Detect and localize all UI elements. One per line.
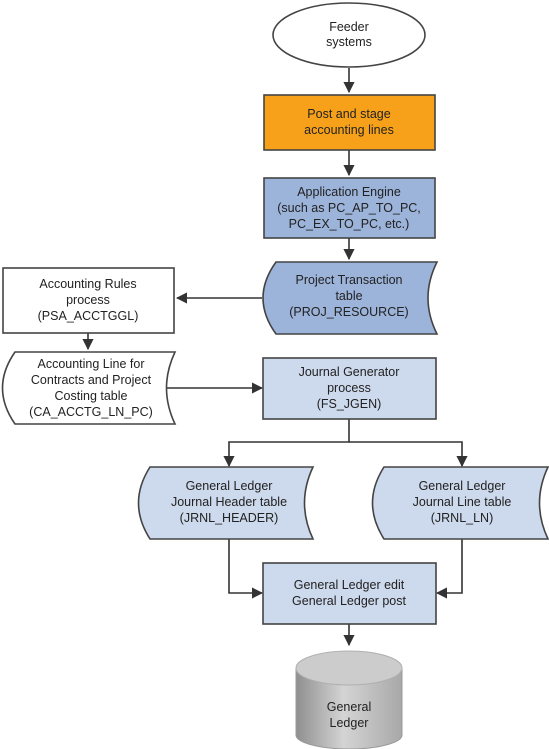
node-gl-edit-post[interactable]: General Ledger edit General Ledger post <box>262 562 437 625</box>
node-feeder-systems[interactable]: Feeder systems <box>272 2 426 68</box>
node-label: General Ledger Journal Header table (JRNL_… <box>171 479 287 525</box>
edge-jrnl-ln-to-gl-edit <box>435 538 463 599</box>
node-post-and-stage[interactable]: Post and stage accounting lines <box>263 94 436 151</box>
node-accounting-rules-process[interactable]: Accounting Rules process (PSA_ACCTGGL) <box>2 267 175 334</box>
node-journal-generator[interactable]: Journal Generator process (FS_JGEN) <box>262 357 437 420</box>
node-accounting-line-table[interactable]: Accounting Line for Contracts and Project… <box>1 351 177 425</box>
node-journal-line-table[interactable]: General Ledger Journal Line table (JRNL_LN… <box>371 466 549 540</box>
edge-jgen-to-jrnl-ln <box>349 441 468 468</box>
nodes: Feeder systems Post and stage accounting l… <box>1 2 549 749</box>
node-label: Application Engine (such as PC_AP_TO_PC, P… <box>277 185 421 231</box>
node-label: Feeder systems <box>326 20 372 49</box>
flow-diagram: Feeder systems Post and stage accounting l… <box>1 2 549 749</box>
node-general-ledger-db[interactable]: General Ledger <box>295 650 403 749</box>
node-journal-header-table[interactable]: General Ledger Journal Header table (JRNL_… <box>137 466 315 540</box>
edge-jgen-to-jrnl-header <box>223 419 350 468</box>
node-project-transaction-table[interactable]: Project Transaction table (PROJ_RESOURCE) <box>262 261 439 335</box>
database-top <box>295 650 403 686</box>
edge-jrnl-header-to-gl-edit <box>228 538 264 599</box>
node-application-engine[interactable]: Application Engine (such as PC_AP_TO_PC, P… <box>263 177 436 239</box>
